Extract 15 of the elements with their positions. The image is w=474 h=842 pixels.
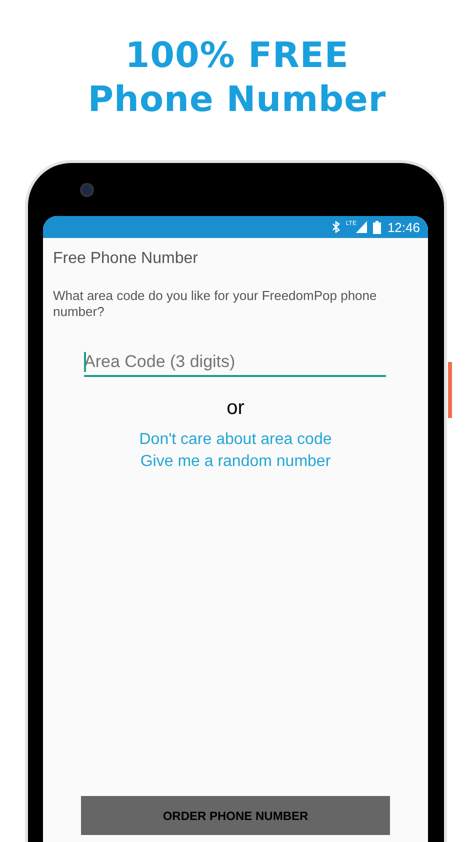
signal-icon xyxy=(356,221,368,233)
order-button[interactable]: ORDER PHONE NUMBER xyxy=(81,796,390,835)
random-number-link[interactable]: Don't care about area code xyxy=(139,431,332,449)
area-code-field[interactable]: Area Code (3 digits) xyxy=(84,350,386,377)
headline: Phone Number xyxy=(88,80,386,120)
random-number-link[interactable]: Give me a random number xyxy=(140,453,331,471)
screen-title: Free Phone Number xyxy=(53,250,199,268)
or-label: or xyxy=(226,397,244,420)
headline: 100% FREE xyxy=(125,36,349,76)
battery-icon xyxy=(373,220,382,234)
text-cursor-icon xyxy=(84,352,86,372)
camera-icon xyxy=(80,183,94,197)
clock: 12:46 xyxy=(387,220,420,234)
question-text: What area code do you like for your FreedomPop phone number? xyxy=(53,288,378,320)
bluetooth-icon xyxy=(332,221,340,233)
